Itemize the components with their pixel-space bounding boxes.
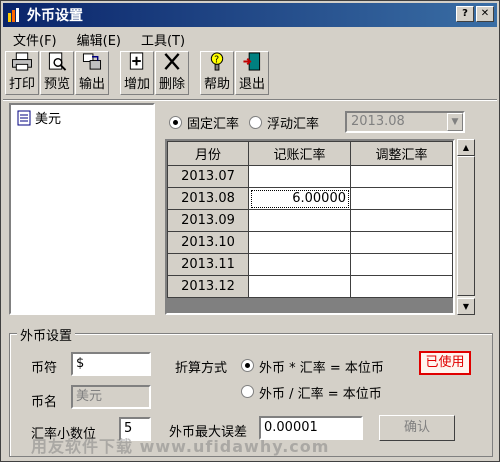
- rate-grid[interactable]: 月份 记账汇率 调整汇率 2013.07 2013.08 6.00000 201…: [165, 139, 455, 315]
- month-cell: 2013.10: [167, 231, 249, 254]
- settings-legend: 外币设置: [17, 325, 76, 344]
- title-bar: 外币设置 ? ✕: [3, 3, 497, 27]
- document-icon: [17, 110, 31, 125]
- delete-button[interactable]: 删除: [155, 51, 189, 95]
- tree-item-usd[interactable]: 美元: [17, 108, 61, 127]
- watermark: 用友软件下载 www.ufidawhy.com: [31, 437, 330, 456]
- chevron-down-icon[interactable]: ▼: [447, 113, 463, 131]
- month-cell: 2013.08: [167, 187, 249, 210]
- svg-text:?: ?: [214, 54, 219, 65]
- period-select[interactable]: 2013.08 ▼: [345, 111, 465, 133]
- table-row: 2013.07: [167, 165, 453, 188]
- table-row: 2013.09: [167, 209, 453, 232]
- fixed-rate-label: 固定汇率: [187, 117, 240, 132]
- floating-rate-radio[interactable]: [249, 116, 263, 129]
- table-row: 2013.11: [167, 253, 453, 276]
- adjust-rate-cell[interactable]: [350, 209, 453, 232]
- menu-edit[interactable]: 编辑(E): [67, 30, 131, 49]
- used-status-badge: 已使用: [419, 351, 471, 375]
- exit-door-icon: [243, 52, 261, 71]
- book-rate-cell[interactable]: [248, 231, 351, 254]
- col-adjust-rate: 调整汇率: [350, 141, 453, 166]
- toolbar: 打印 预览 输出 增加 删除 ? 帮助 退出: [5, 51, 270, 97]
- output-icon: [82, 53, 102, 70]
- col-month: 月份: [167, 141, 249, 166]
- book-rate-cell[interactable]: [248, 253, 351, 276]
- fixed-rate-radio[interactable]: [169, 116, 182, 129]
- exit-label: 退出: [238, 77, 265, 92]
- month-cell: 2013.12: [167, 275, 249, 298]
- printer-icon: [12, 52, 32, 71]
- window-title: 外币设置: [27, 8, 83, 24]
- book-rate-cell[interactable]: [248, 275, 351, 298]
- month-cell: 2013.09: [167, 209, 249, 232]
- close-icon[interactable]: ✕: [476, 6, 494, 22]
- adjust-rate-cell[interactable]: [350, 275, 453, 298]
- name-input[interactable]: 美元: [71, 385, 151, 409]
- adjust-rate-cell[interactable]: [350, 165, 453, 188]
- method-multiply-label: 外币 * 汇率 = 本位币: [259, 361, 384, 376]
- month-cell: 2013.07: [167, 165, 249, 188]
- add-label: 增加: [123, 77, 150, 92]
- add-icon: [129, 52, 144, 70]
- exit-button[interactable]: 退出: [235, 51, 269, 95]
- print-button[interactable]: 打印: [5, 51, 39, 95]
- scroll-up-icon[interactable]: ▲: [457, 139, 475, 156]
- scroll-thumb[interactable]: [457, 156, 475, 296]
- method-divide-radio[interactable]: [241, 385, 254, 398]
- method-divide-label: 外币 / 汇率 = 本位币: [259, 387, 382, 402]
- preview-label: 预览: [43, 77, 70, 92]
- method-label: 折算方式: [175, 361, 228, 376]
- foreign-currency-window: 外币设置 ? ✕ 文件(F) 编辑(E) 工具(T) 打印 预览 输出 增加 删…: [0, 0, 500, 462]
- app-icon: [8, 8, 19, 22]
- print-label: 打印: [8, 77, 35, 92]
- adjust-rate-cell[interactable]: [350, 253, 453, 276]
- adjust-rate-cell[interactable]: [350, 231, 453, 254]
- preview-icon: [48, 52, 67, 71]
- symbol-label: 币符: [31, 361, 58, 376]
- floating-rate-label: 浮动汇率: [267, 117, 320, 132]
- confirm-button[interactable]: 确认: [379, 415, 455, 441]
- menu-tools[interactable]: 工具(T): [131, 30, 195, 49]
- preview-button[interactable]: 预览: [40, 51, 74, 95]
- rate-mode-group: 固定汇率 浮动汇率: [169, 113, 319, 132]
- help-icon: ?: [210, 52, 224, 71]
- symbol-input[interactable]: $: [71, 352, 151, 376]
- delete-label: 删除: [158, 77, 185, 92]
- scroll-down-icon[interactable]: ▼: [457, 298, 475, 315]
- output-label: 输出: [78, 77, 105, 92]
- delete-icon: [164, 53, 180, 70]
- currency-tree[interactable]: 美元: [9, 103, 155, 315]
- table-row: 2013.08 6.00000: [167, 187, 453, 210]
- month-cell: 2013.11: [167, 253, 249, 276]
- tree-item-label: 美元: [35, 112, 62, 127]
- help-title-button[interactable]: ?: [456, 6, 474, 22]
- method-multiply-radio[interactable]: [241, 359, 254, 372]
- menu-bar: 文件(F) 编辑(E) 工具(T): [3, 28, 497, 50]
- adjust-rate-cell[interactable]: [350, 187, 453, 210]
- toolbar-divider: [3, 99, 497, 101]
- table-row: 2013.10: [167, 231, 453, 254]
- book-rate-cell[interactable]: 6.00000: [248, 187, 351, 210]
- grid-scrollbar[interactable]: ▲ ▼: [457, 139, 475, 315]
- period-value: 2013.08: [351, 114, 405, 129]
- book-rate-cell[interactable]: [248, 165, 351, 188]
- book-rate-cell[interactable]: [248, 209, 351, 232]
- add-button[interactable]: 增加: [120, 51, 154, 95]
- col-book-rate: 记账汇率: [248, 141, 351, 166]
- help-button[interactable]: ? 帮助: [200, 51, 234, 95]
- name-label: 币名: [31, 395, 58, 410]
- table-row: 2013.12: [167, 275, 453, 298]
- menu-file[interactable]: 文件(F): [3, 30, 67, 49]
- output-button[interactable]: 输出: [75, 51, 109, 95]
- help-label: 帮助: [203, 77, 230, 92]
